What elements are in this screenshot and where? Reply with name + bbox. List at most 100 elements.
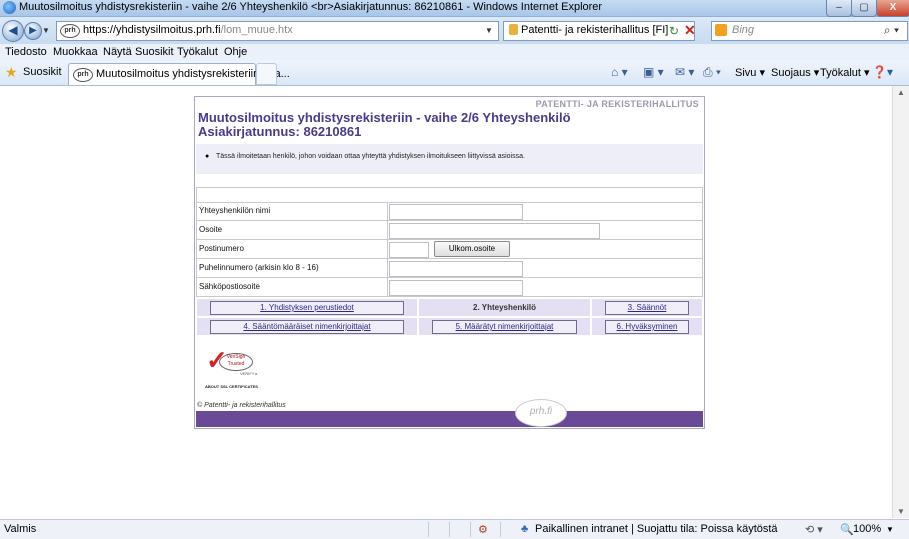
window-title-bar[interactable]: Muutosilmoitus yhdistysrekisteriin - vai… <box>0 0 909 17</box>
menu-favorites[interactable]: Suosikit <box>135 46 174 58</box>
url-path: /lom_muue.htx <box>220 24 293 36</box>
zoom-level[interactable]: 100% <box>853 523 881 535</box>
scroll-up-icon[interactable]: ▲ <box>897 88 905 97</box>
tools-menu[interactable]: Työkalut ▾ <box>820 66 870 79</box>
step-3-cell: 3. Säännöt <box>592 299 702 316</box>
stop-icon[interactable]: ✕ <box>684 22 696 39</box>
status-bar: Valmis ⚙ ♣ Paikallinen intranet | Suojat… <box>0 519 909 539</box>
print-icon[interactable]: ⎙ ▾ <box>703 65 721 80</box>
minimize-button[interactable]: – <box>826 0 852 17</box>
history-dropdown-icon[interactable]: ▼ <box>42 26 50 35</box>
document-id: Asiakirjatunnus: 86210861 <box>198 124 362 139</box>
back-button[interactable]: ◀ <box>2 20 24 42</box>
bing-icon <box>715 24 727 36</box>
field-row-postal-code: Postinumero Ulkom.osoite <box>196 240 703 259</box>
address-dropdown-icon[interactable]: ▼ <box>485 26 493 35</box>
org-header: PATENTTI- JA REKISTERIHALLITUS <box>535 99 699 109</box>
prh-fi-logo[interactable]: prh.fi <box>515 399 567 427</box>
zoom-icon: 🔍 <box>840 524 854 536</box>
scroll-down-icon[interactable]: ▼ <box>897 507 905 516</box>
contact-name-input[interactable] <box>389 204 523 220</box>
mail-icon[interactable]: ✉ ▾ <box>675 65 694 79</box>
menu-file[interactable]: Tiedosto <box>5 46 47 58</box>
phone-label: Puhelinnumero (arkisin klo 8 - 16) <box>199 263 319 272</box>
site-favicon-icon: prh <box>60 24 80 38</box>
ssl-certificates-link[interactable]: ABOUT SSL CERTIFICATES <box>205 384 258 389</box>
postal-code-label: Postinumero <box>199 244 244 253</box>
blank-row <box>196 187 703 203</box>
search-box[interactable]: Bing ⌕ ▾ <box>711 21 908 41</box>
menu-bar: Tiedosto Muokkaa Näytä Suosikit Työkalut… <box>0 44 909 61</box>
window-title: Muutosilmoitus yhdistysrekisteriin - vai… <box>19 1 603 13</box>
vertical-scrollbar[interactable]: ▲ ▼ <box>892 86 909 518</box>
info-text: Tässä ilmoitetaan henkilö, johon voidaan… <box>216 153 525 160</box>
step-4-link[interactable]: 4. Sääntömääräiset nimenkirjoittajat <box>210 320 404 334</box>
email-label: Sähköpostiosoite <box>199 282 260 291</box>
footer-bar <box>196 411 703 427</box>
help-icon[interactable]: ❓▾ <box>872 65 893 79</box>
home-icon[interactable]: ⌂ ▾ <box>611 65 628 79</box>
field-row-name: Yhteyshenkilön nimi <box>196 202 703 221</box>
menu-help[interactable]: Ohje <box>224 46 247 58</box>
close-button[interactable]: X <box>876 0 909 17</box>
address-label: Osoite <box>199 225 223 234</box>
contact-name-label: Yhteyshenkilön nimi <box>199 206 271 215</box>
phone-input[interactable] <box>389 261 523 277</box>
email-input[interactable] <box>389 280 523 296</box>
security-report[interactable]: Patentti- ja rekisterihallitus [FI] ↻ ✕ <box>503 21 696 41</box>
safety-menu[interactable]: Suojaus ▾ <box>771 66 819 79</box>
verisign-badge: VeriSign Trusted <box>219 353 253 371</box>
bullet-icon: ● <box>205 153 210 160</box>
step-1-cell: 1. Yhdistyksen perustiedot <box>197 299 417 316</box>
address-toolbar: ◀ ▶ ▼ prh https://yhdistysilmoitus.prh.f… <box>0 17 909 44</box>
address-input[interactable] <box>389 223 600 239</box>
search-placeholder: Bing <box>732 24 755 36</box>
page-title: Muutosilmoitus yhdistysrekisteriin - vai… <box>198 111 571 139</box>
verisign-verify: VERIFY ▸ <box>240 371 258 376</box>
page-menu[interactable]: Sivu ▾ <box>735 66 765 79</box>
new-tab-button[interactable] <box>256 63 277 85</box>
certificate-owner: Patentti- ja rekisterihallitus [FI] <box>521 24 669 36</box>
step-2-cell: 2. Yhteyshenkilö <box>419 299 590 316</box>
verisign-seal[interactable]: ✓ VeriSign Trusted VERIFY ▸ <box>206 347 266 379</box>
step-4-cell: 4. Sääntömääräiset nimenkirjoittajat <box>197 318 417 335</box>
copyright: © Patentti- ja rekisterihallitus <box>197 402 286 409</box>
url-text[interactable]: https://yhdistysilmoitus.prh.fi/lom_muue… <box>83 24 293 36</box>
postal-code-input[interactable] <box>389 242 429 258</box>
zone-icon: ♣ <box>521 523 529 535</box>
step-2-current: 2. Yhteyshenkilö <box>473 303 536 312</box>
step-6-cell: 6. Hyväksyminen <box>592 318 702 335</box>
menu-view[interactable]: Näytä <box>103 46 132 58</box>
field-row-address: Osoite <box>196 221 703 240</box>
security-zone[interactable]: Paikallinen intranet | Suojattu tila: Po… <box>535 523 778 535</box>
info-box: ● Tässä ilmoitetaan henkilö, johon voida… <box>196 144 703 174</box>
popup-blocker-icon[interactable]: ⚙ <box>478 523 488 536</box>
internet-explorer-icon <box>3 1 16 14</box>
step-3-link[interactable]: 3. Säännöt <box>605 301 689 315</box>
search-icon[interactable]: ⌕ ▾ <box>884 23 899 38</box>
foreign-address-button[interactable]: Ulkom.osoite <box>434 241 510 257</box>
browser-tab[interactable]: prh Muutosilmoitus yhdistysrekisteriin -… <box>68 63 290 85</box>
field-row-phone: Puhelinnumero (arkisin klo 8 - 16) <box>196 259 703 278</box>
favorites-star-icon[interactable]: ★ <box>5 64 18 81</box>
step-1-link[interactable]: 1. Yhdistyksen perustiedot <box>210 301 404 315</box>
favorites-bar: ★ Suosikit prh Muutosilmoitus yhdistysre… <box>0 61 909 86</box>
protected-mode-icon[interactable]: ⟲ ▾ <box>805 523 823 536</box>
url-host: https://yhdistysilmoitus.prh.fi <box>83 24 221 36</box>
tab-favicon-icon: prh <box>73 68 93 82</box>
zoom-dropdown-icon[interactable]: ▼ <box>886 525 894 534</box>
lock-icon <box>509 24 518 35</box>
step-6-link[interactable]: 6. Hyväksyminen <box>605 320 689 334</box>
step-5-link[interactable]: 5. Määrätyt nimenkirjoittajat <box>432 320 577 334</box>
refresh-icon[interactable]: ↻ <box>669 24 679 38</box>
step-5-cell: 5. Määrätyt nimenkirjoittajat <box>419 318 590 335</box>
favorites-button[interactable]: Suosikit <box>23 66 62 78</box>
address-bar[interactable]: prh https://yhdistysilmoitus.prh.fi/lom_… <box>56 21 499 41</box>
status-text: Valmis <box>4 523 37 535</box>
forward-button[interactable]: ▶ <box>24 22 42 40</box>
feeds-icon[interactable]: ▣ ▾ <box>643 65 664 79</box>
menu-tools[interactable]: Työkalut <box>177 46 218 58</box>
menu-edit[interactable]: Muokkaa <box>53 46 98 58</box>
maximize-button[interactable]: ▢ <box>851 0 877 17</box>
form-panel: PATENTTI- JA REKISTERIHALLITUS Muutosilm… <box>194 96 705 429</box>
